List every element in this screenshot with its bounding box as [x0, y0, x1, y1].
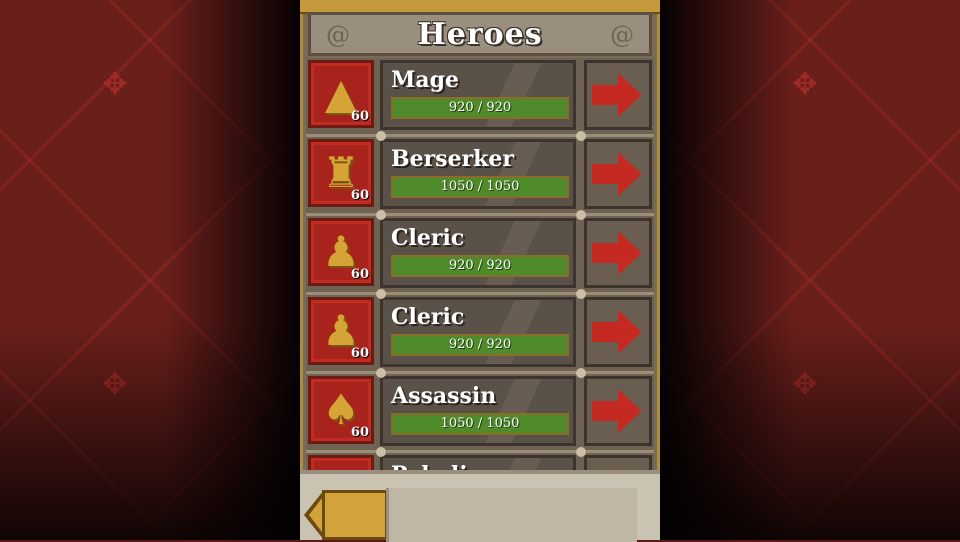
arrow-head: [618, 152, 642, 196]
hero-details-button[interactable]: [584, 218, 652, 288]
hero-name: Mage: [391, 67, 459, 93]
hero-name: Cleric: [391, 225, 465, 251]
hero-row[interactable]: ♠ 60 Assassin 1050 / 1050: [306, 374, 654, 457]
footer-panel: [386, 488, 637, 542]
hero-level: 60: [350, 346, 369, 361]
hero-row[interactable]: ♟ 60 Cleric 920 / 920: [306, 216, 654, 299]
hp-bar: 920 / 920: [391, 255, 569, 277]
arrow-shaft: [592, 85, 618, 105]
hero-level: 60: [350, 267, 369, 282]
rivet-icon: [576, 210, 586, 220]
hp-text: 1050 / 1050: [440, 179, 520, 194]
hp-text: 920 / 920: [448, 100, 512, 115]
footer-bar: [300, 470, 660, 542]
hero-details-button[interactable]: [584, 297, 652, 367]
hero-info: Assassin 1050 / 1050: [380, 376, 576, 446]
arrow-head: [618, 310, 642, 354]
hp-bar: 920 / 920: [391, 334, 569, 356]
hero-level: 60: [350, 425, 369, 440]
hero-level: 60: [350, 188, 369, 203]
rivet-icon: [376, 368, 386, 378]
hero-info: Mage 920 / 920: [380, 60, 576, 130]
hp-text: 1050 / 1050: [440, 416, 520, 431]
hero-portrait[interactable]: ▲ 60: [308, 60, 374, 128]
page-title: Heroes: [417, 16, 543, 52]
arrow-shaft: [592, 243, 618, 263]
hero-portrait[interactable]: ♠ 60: [308, 376, 374, 444]
arrow-head: [618, 231, 642, 275]
rivet-icon: [576, 289, 586, 299]
hero-row[interactable]: ▲ 60 Mage 920 / 920: [306, 58, 654, 141]
rivet-icon: [576, 447, 586, 457]
hero-info: Cleric 920 / 920: [380, 218, 576, 288]
hp-bar: 1050 / 1050: [391, 176, 569, 198]
heroes-panel: @ Heroes @ ▲ 60 Mage 920 / 920 ♜ 60 Bers…: [300, 0, 660, 542]
arrow-head: [618, 73, 642, 117]
rivet-icon: [576, 368, 586, 378]
hero-portrait[interactable]: ♟ 60: [308, 218, 374, 286]
arrow-shaft: [592, 164, 618, 184]
cross-ornament-icon: ✥: [102, 67, 128, 102]
swirl-ornament-icon: @: [326, 21, 350, 49]
arrow-shaft: [592, 322, 618, 342]
hero-list[interactable]: ▲ 60 Mage 920 / 920 ♜ 60 Berserker 1050 …: [306, 58, 654, 486]
hero-row[interactable]: ♟ 60 Cleric 920 / 920: [306, 295, 654, 378]
rivet-icon: [376, 289, 386, 299]
back-button[interactable]: [304, 490, 388, 540]
rivet-icon: [376, 131, 386, 141]
background-pattern-left: ✥ ✥: [0, 0, 300, 540]
hero-details-button[interactable]: [584, 376, 652, 446]
hero-level: 60: [350, 109, 369, 124]
arrow-head: [618, 389, 642, 433]
cross-ornament-icon: ✥: [102, 367, 128, 402]
cross-ornament-icon: ✥: [792, 367, 818, 402]
hp-bar: 1050 / 1050: [391, 413, 569, 435]
hero-info: Berserker 1050 / 1050: [380, 139, 576, 209]
hp-text: 920 / 920: [448, 258, 512, 273]
hero-name: Cleric: [391, 304, 465, 330]
rivet-icon: [376, 447, 386, 457]
back-button-body: [322, 490, 388, 540]
hero-portrait[interactable]: ♜ 60: [308, 139, 374, 207]
background-pattern-right: ✥ ✥: [660, 0, 960, 540]
hero-portrait[interactable]: ♟ 60: [308, 297, 374, 365]
hero-name: Assassin: [391, 383, 497, 409]
hero-name: Berserker: [391, 146, 514, 172]
hero-details-button[interactable]: [584, 60, 652, 130]
cross-ornament-icon: ✥: [792, 67, 818, 102]
rivet-icon: [376, 210, 386, 220]
hp-text: 920 / 920: [448, 337, 512, 352]
hp-bar: 920 / 920: [391, 97, 569, 119]
hero-row[interactable]: ♜ 60 Berserker 1050 / 1050: [306, 137, 654, 220]
panel-header: @ Heroes @: [308, 12, 652, 56]
rivet-icon: [576, 131, 586, 141]
swirl-ornament-icon: @: [610, 21, 634, 49]
arrow-shaft: [592, 401, 618, 421]
hero-details-button[interactable]: [584, 139, 652, 209]
hero-info: Cleric 920 / 920: [380, 297, 576, 367]
